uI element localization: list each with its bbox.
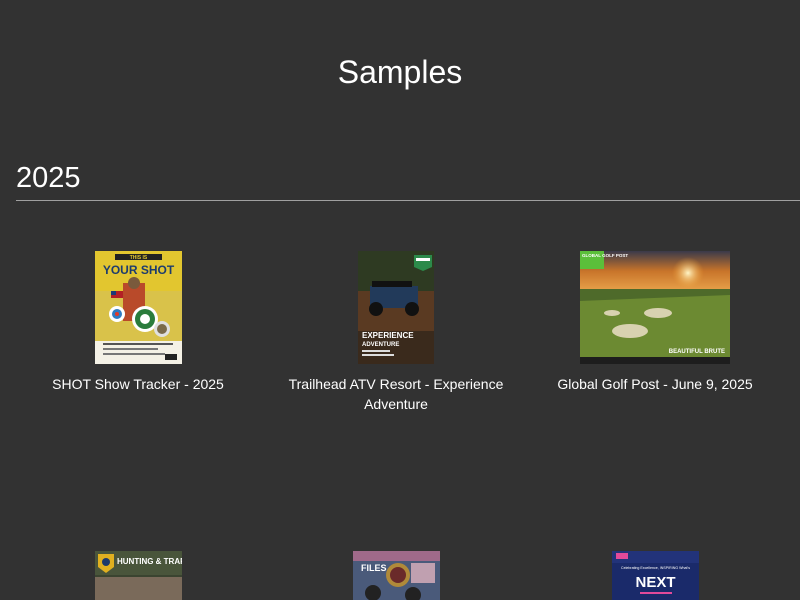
cover-text-main: EXPERIENCE: [362, 331, 414, 340]
cover-text-main: HUNTING & TRAPPING: [117, 557, 182, 566]
cover-thumbnail-files[interactable]: FILES: [352, 551, 440, 600]
cover-thumbnail-hunting-trapping[interactable]: HUNTING & TRAPPING: [94, 551, 182, 600]
cover-text-top: THIS IS: [129, 255, 147, 261]
samples-page: Samples 2025 THIS IS YOUR SHOT SHOT Show…: [0, 0, 800, 600]
page-title: Samples: [337, 54, 463, 90]
cover-text-main: FILES: [361, 563, 387, 573]
sample-card-trailhead-atv[interactable]: EXPERIENCE ADVENTURE Trailhead ATV Resor…: [266, 251, 526, 414]
cover-thumbnail-global-golf-post[interactable]: GLOBAL GOLF POST BEAUTIFUL BRUTE: [580, 251, 730, 364]
cover-text-main: NEXT: [635, 574, 675, 591]
cover-text-sub: ADVENTURE: [362, 342, 399, 348]
cover-text-main: BEAUTIFUL BRUTE: [669, 349, 725, 355]
cover-text-main: YOUR SHOT: [102, 263, 174, 277]
year-heading: 2025: [16, 162, 81, 194]
cover-thumbnail-whats-next[interactable]: Celebrating Excellence, INSPIRING What's…: [611, 551, 699, 600]
sample-card-global-golf-post[interactable]: GLOBAL GOLF POST BEAUTIFUL BRUTE Global …: [525, 251, 785, 394]
cover-text-logo: GLOBAL GOLF POST: [582, 253, 628, 258]
sample-card-files[interactable]: FILES: [266, 551, 526, 600]
sample-card-whats-next[interactable]: Celebrating Excellence, INSPIRING What's…: [525, 551, 785, 600]
sample-caption[interactable]: SHOT Show Tracker - 2025: [8, 374, 268, 394]
cover-thumbnail-shot-show[interactable]: THIS IS YOUR SHOT: [94, 251, 182, 364]
sample-caption[interactable]: Global Golf Post - June 9, 2025: [525, 374, 785, 394]
cover-text-top: Celebrating Excellence, INSPIRING What's: [621, 566, 690, 570]
cover-thumbnail-trailhead-atv[interactable]: EXPERIENCE ADVENTURE: [358, 251, 434, 364]
sample-card-shot-show[interactable]: THIS IS YOUR SHOT SHOT Show Tracker - 20…: [8, 251, 268, 394]
sample-caption[interactable]: Trailhead ATV Resort - Experience Advent…: [266, 374, 526, 414]
sample-card-hunting-trapping[interactable]: HUNTING & TRAPPING: [8, 551, 268, 600]
section-divider: [16, 200, 800, 201]
